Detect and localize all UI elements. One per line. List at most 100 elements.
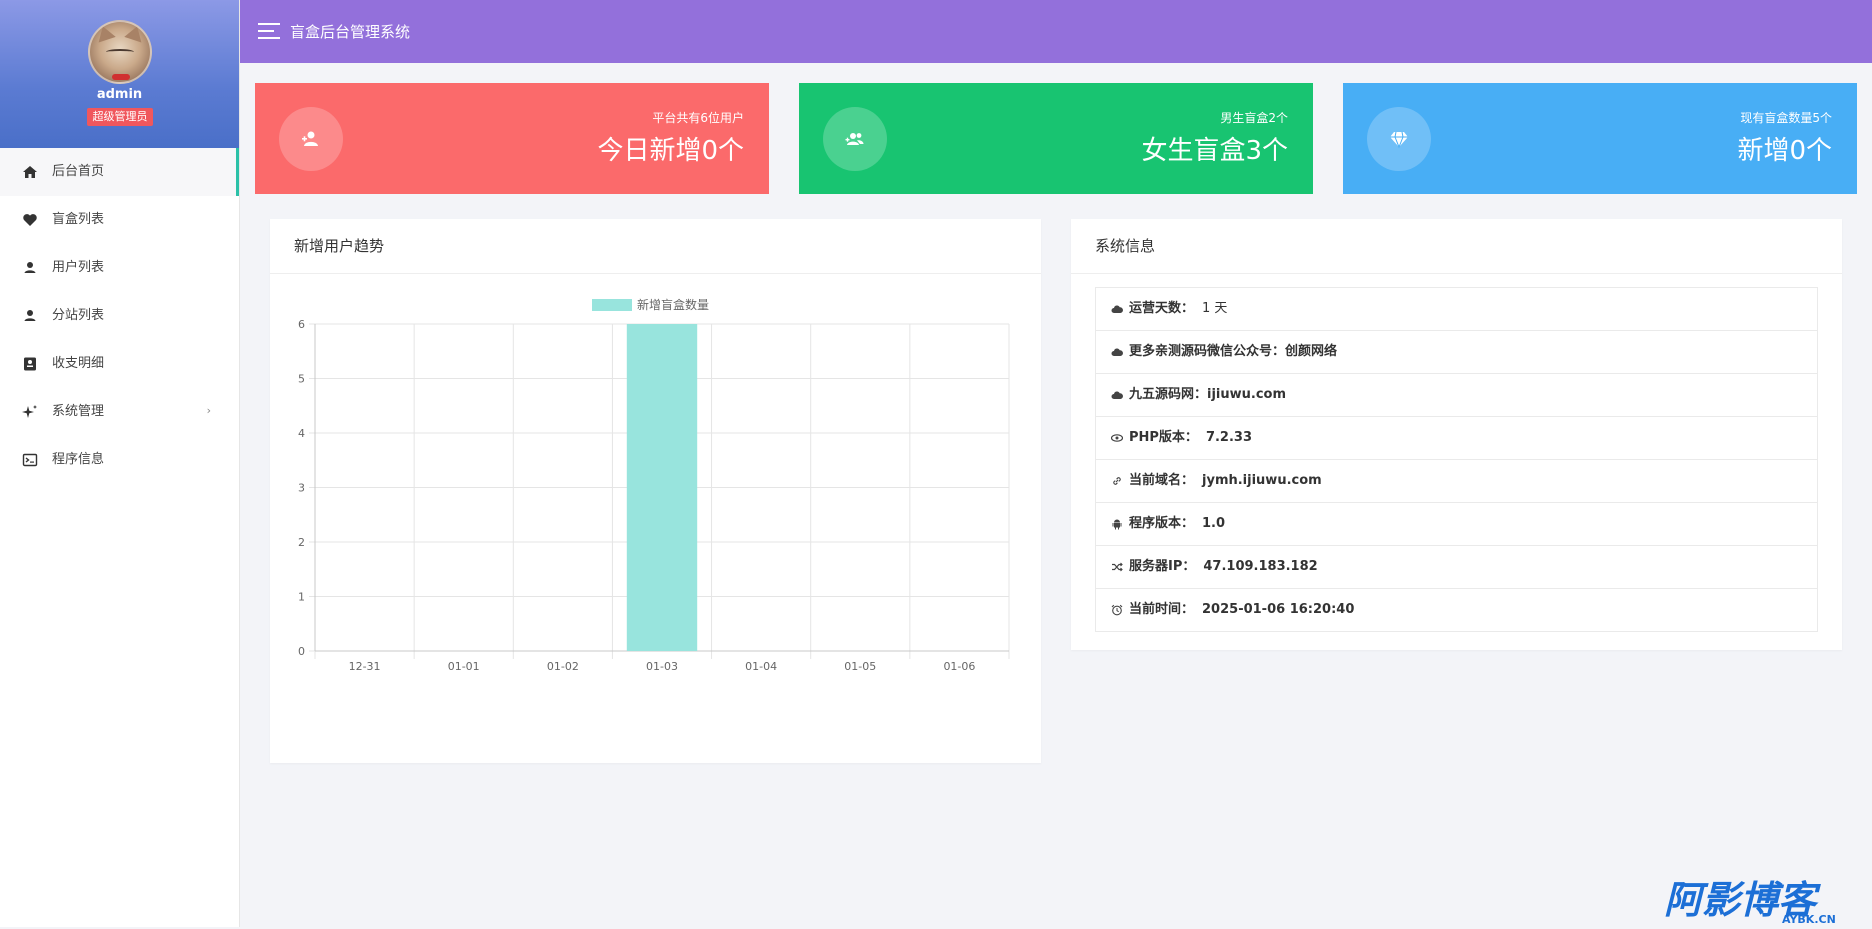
sidebar-item-label: 盲盒列表 — [52, 212, 105, 227]
stat-card-users: 平台共有6位用户 今日新增0个 — [255, 83, 769, 194]
user-icon — [24, 310, 36, 321]
bar — [626, 324, 698, 651]
heart-icon — [23, 214, 37, 226]
sidebar-item-label: 用户列表 — [52, 260, 105, 275]
panel-title: 新增用户趋势 — [270, 219, 1041, 274]
info-value: 1.0 — [1202, 516, 1226, 531]
cloud-icon — [1111, 391, 1123, 399]
info-value: 2025-01-06 16:20:40 — [1202, 602, 1355, 617]
watermark-sub-text: AYBK.CN — [1782, 913, 1836, 925]
shuffle-icon — [1112, 562, 1123, 572]
sidebar: admin 超级管理员 后台首页 盲盒列表 用户列表 分站列表 收支明细 系统管… — [0, 0, 240, 927]
y-tick-label: 4 — [298, 427, 305, 440]
cloud-icon — [1111, 348, 1123, 356]
info-value: 7.2.33 — [1205, 430, 1252, 445]
sidebar-item-blindbox-list[interactable]: 盲盒列表 — [0, 196, 239, 244]
info-row-server-ip: 服务器IP： 47.109.183.182 — [1096, 546, 1817, 589]
avatar[interactable] — [88, 20, 152, 84]
info-row-program-version: 程序版本： 1.0 — [1096, 503, 1817, 546]
info-label: 当前时间： — [1129, 602, 1195, 617]
sidebar-item-label: 分站列表 — [52, 308, 105, 323]
site-watermark-logo: 阿影博客 AYBK.CN — [1664, 877, 1864, 926]
home-icon — [23, 166, 37, 178]
x-tick-label: 01-01 — [448, 660, 480, 673]
info-label: 运营天数： — [1129, 301, 1195, 316]
y-tick-label: 3 — [298, 482, 305, 495]
info-label: 更多亲测源码微信公众号： — [1129, 344, 1286, 359]
sidebar-item-user-list[interactable]: 用户列表 — [0, 244, 239, 292]
stat-subtitle: 男生盲盒2个 — [1220, 111, 1288, 125]
admin-name: admin — [96, 87, 143, 102]
info-value: 1 天 — [1202, 301, 1228, 316]
info-row-current-time: 当前时间： 2025-01-06 16:20:40 — [1096, 589, 1817, 631]
alarm-clock-icon — [1111, 604, 1123, 616]
y-tick-label: 6 — [298, 318, 305, 331]
app-title: 盲盒后台管理系统 — [290, 23, 411, 41]
sparkle-icon — [22, 405, 37, 418]
terminal-icon — [22, 453, 38, 467]
legend-label: 新增盲盒数量 — [637, 297, 709, 312]
info-row-uptime: 运营天数： 1 天 — [1096, 288, 1817, 331]
stat-subtitle: 现有盲盒数量5个 — [1740, 111, 1832, 125]
x-tick-label: 01-05 — [844, 660, 876, 673]
info-row-wechat: 更多亲测源码微信公众号：创颜网络 — [1096, 331, 1817, 374]
menu-toggle-icon[interactable] — [258, 23, 280, 39]
info-label: PHP版本： — [1129, 430, 1198, 445]
info-label: 服务器IP： — [1129, 559, 1196, 574]
info-label: 九五源码网： — [1129, 387, 1208, 402]
user-plus-icon — [279, 107, 343, 171]
info-label: 程序版本： — [1129, 516, 1195, 531]
eye-icon — [1111, 434, 1123, 442]
new-user-trend-panel: 新增用户趋势 0 1 2 3 4 5 6 12-31 01-01 01-02 01-03 01-04 0… — [270, 219, 1041, 763]
system-info-table: 运营天数： 1 天 更多亲测源码微信公众号：创颜网络 九五源码网：ijiuwu.c… — [1095, 287, 1818, 632]
info-value: ijiuwu.com — [1207, 387, 1287, 402]
role-badge: 超级管理员 — [87, 108, 153, 126]
ledger-icon — [24, 357, 36, 371]
link-icon — [1113, 477, 1121, 485]
y-tick-label: 5 — [298, 373, 305, 386]
sidebar-menu: 后台首页 盲盒列表 用户列表 分站列表 收支明细 系统管理 › 程序信息 — [0, 148, 239, 484]
stat-subtitle: 平台共有6位用户 — [652, 111, 744, 125]
x-tick-label: 12-31 — [349, 660, 381, 673]
info-value: 47.109.183.182 — [1203, 559, 1318, 574]
profile-header: admin 超级管理员 — [0, 0, 239, 148]
panel-title: 系统信息 — [1071, 219, 1842, 274]
x-tick-label: 01-03 — [646, 660, 678, 673]
y-tick-label: 0 — [298, 645, 305, 658]
info-row-php-version: PHP版本： 7.2.33 — [1096, 417, 1817, 460]
sidebar-item-system-management[interactable]: 系统管理 › — [0, 388, 239, 436]
sidebar-item-dashboard[interactable]: 后台首页 — [0, 148, 239, 196]
info-value: jymh.ijiuwu.com — [1202, 473, 1322, 488]
y-tick-label: 1 — [298, 591, 305, 604]
x-tick-label: 01-06 — [943, 660, 975, 673]
info-value: 创颜网络 — [1285, 344, 1338, 359]
info-row-domain: 当前域名： jymh.ijiuwu.com — [1096, 460, 1817, 503]
bar-chart: 0 1 2 3 4 5 6 12-31 01-01 01-02 01-03 01-04 01-05 01-… — [298, 297, 1010, 673]
top-header: 盲盒后台管理系统 — [240, 0, 1872, 63]
sidebar-item-program-info[interactable]: 程序信息 — [0, 436, 239, 484]
legend-swatch — [592, 299, 632, 311]
sidebar-item-label: 程序信息 — [52, 452, 105, 467]
sidebar-item-label: 后台首页 — [52, 164, 105, 179]
users-icon — [823, 107, 887, 171]
stat-value: 新增0个 — [1737, 136, 1832, 166]
stat-value: 今日新增0个 — [597, 136, 744, 166]
y-tick-label: 2 — [298, 536, 305, 549]
sidebar-item-label: 收支明细 — [52, 356, 105, 371]
sidebar-item-transactions[interactable]: 收支明细 — [0, 340, 239, 388]
stat-value: 女生盲盒3个 — [1141, 136, 1288, 166]
diamond-icon — [1367, 107, 1431, 171]
stat-card-boxes-gender: 男生盲盒2个 女生盲盒3个 — [799, 83, 1313, 194]
x-tick-label: 01-02 — [547, 660, 579, 673]
info-label: 当前域名： — [1129, 473, 1195, 488]
android-icon — [1112, 519, 1122, 530]
sidebar-item-substation-list[interactable]: 分站列表 — [0, 292, 239, 340]
chevron-right-icon: › — [206, 404, 211, 417]
sidebar-item-label: 系统管理 — [52, 404, 105, 419]
cloud-icon — [1111, 305, 1123, 313]
x-tick-label: 01-04 — [745, 660, 777, 673]
info-row-source-site: 九五源码网：ijiuwu.com — [1096, 374, 1817, 417]
system-info-panel: 系统信息 运营天数： 1 天 更多亲测源码微信公众号：创颜网络 九五源码网：iji… — [1071, 219, 1842, 650]
stat-card-box-count: 现有盲盒数量5个 新增0个 — [1343, 83, 1857, 194]
user-icon — [24, 262, 36, 273]
